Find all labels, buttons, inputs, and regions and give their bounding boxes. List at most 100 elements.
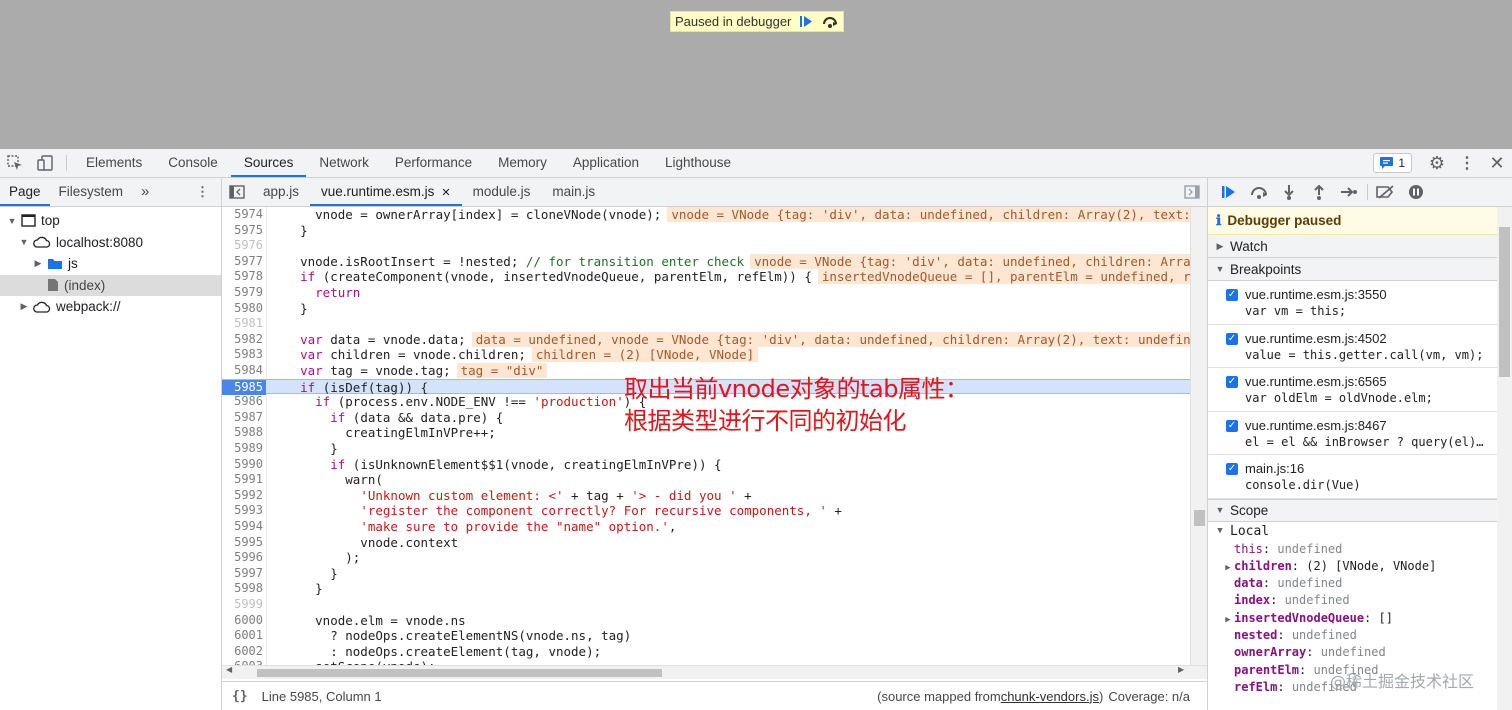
tab-page[interactable]: Page <box>0 178 50 206</box>
line-number[interactable]: 5996 <box>222 550 263 566</box>
tree-item-folder[interactable]: ▶ js <box>0 253 221 275</box>
breakpoint-item[interactable]: ✓ main.js:16 console.dir(Vue) <box>1208 455 1512 499</box>
code-editor[interactable]: 5974 vnode = ownerArray[index] = cloneVN… <box>222 207 1207 665</box>
tab-lighthouse[interactable]: Lighthouse <box>652 149 744 177</box>
settings-gear-icon[interactable]: ⚙ <box>1422 149 1452 177</box>
line-number[interactable]: 5976 <box>222 238 263 254</box>
code-line[interactable]: 5977 vnode.isRootInsert = !nested; // fo… <box>222 253 1207 270</box>
line-number[interactable]: 5999 <box>222 597 263 613</box>
line-number[interactable]: 5998 <box>222 581 263 597</box>
scope-variable[interactable]: this: undefined <box>1208 541 1512 558</box>
breakpoint-item[interactable]: ✓ vue.runtime.esm.js:4502 value = this.get… <box>1208 325 1512 368</box>
toggle-navigator-icon[interactable] <box>222 178 252 206</box>
code-line[interactable]: 5994 'make sure to provide the "name" op… <box>222 519 1190 535</box>
line-number[interactable]: 5989 <box>222 441 263 457</box>
file-tab-main-js[interactable]: main.js <box>541 178 606 206</box>
line-number[interactable]: 5990 <box>222 457 263 473</box>
tree-arrow-icon[interactable]: ▶ <box>32 258 44 269</box>
code-line[interactable]: 5978 if (createComponent(vnode, inserted… <box>222 269 1207 285</box>
tree-item-file[interactable]: (index) <box>0 274 221 296</box>
code-line[interactable]: 5997 } <box>222 566 1190 582</box>
line-number[interactable]: 5980 <box>222 301 263 317</box>
line-number[interactable]: 5988 <box>222 425 263 441</box>
line-number[interactable]: 5997 <box>222 566 263 582</box>
breakpoint-checkbox[interactable]: ✓ <box>1226 289 1238 301</box>
code-line[interactable]: 5975 } <box>222 223 1190 239</box>
tab-elements[interactable]: Elements <box>73 149 155 177</box>
scope-variable[interactable]: ownerArray: undefined <box>1208 644 1512 661</box>
resume-icon[interactable] <box>1214 178 1244 206</box>
tree-item-cloud[interactable]: ▶ webpack:// <box>0 296 221 318</box>
issues-counter[interactable]: 1 <box>1373 153 1412 173</box>
code-line[interactable]: 6000 vnode.elm = vnode.ns <box>222 613 1190 629</box>
line-number[interactable]: 5986 <box>222 394 263 410</box>
line-number[interactable]: 5993 <box>222 503 263 519</box>
code-line[interactable]: 5996 ); <box>222 550 1190 566</box>
tab-console[interactable]: Console <box>155 149 231 177</box>
step-over-icon[interactable] <box>821 14 839 29</box>
scroll-left-icon[interactable]: ◀ <box>226 665 232 674</box>
toggle-debugger-icon[interactable] <box>1177 178 1207 206</box>
line-number[interactable]: 5983 <box>222 347 263 363</box>
file-tab-vue-runtime-esm-js[interactable]: vue.runtime.esm.js ✕ <box>310 178 462 206</box>
code-line[interactable]: 5993 'register the component correctly? … <box>222 503 1190 519</box>
scope-variable[interactable]: nested: undefined <box>1208 627 1512 644</box>
more-tabs-icon[interactable]: » <box>132 178 158 206</box>
tab-sources[interactable]: Sources <box>230 149 307 177</box>
code-line[interactable]: 5979 return <box>222 285 1190 301</box>
line-number[interactable]: 5977 <box>222 254 263 270</box>
scope-variable[interactable]: ▶ insertedVnodeQueue: [] <box>1208 610 1512 627</box>
line-number[interactable]: 5995 <box>222 535 263 551</box>
code-line[interactable]: 6001 ? nodeOps.createElementNS(vnode.ns,… <box>222 628 1190 644</box>
line-number[interactable]: 5987 <box>222 410 263 426</box>
navigator-menu-icon[interactable]: ⋮ <box>196 184 209 200</box>
code-line[interactable]: 5995 vnode.context <box>222 535 1190 551</box>
line-number[interactable]: 5974 <box>222 207 263 223</box>
line-number[interactable]: 5981 <box>222 316 263 332</box>
line-number[interactable]: 5994 <box>222 519 263 535</box>
breakpoints-section-header[interactable]: ▼ Breakpoints <box>1208 258 1512 281</box>
code-line[interactable]: 5991 warn( <box>222 472 1190 488</box>
line-number[interactable]: 5975 <box>222 223 263 239</box>
device-toolbar-icon[interactable] <box>30 149 60 177</box>
file-tab-module-js[interactable]: module.js <box>462 178 542 206</box>
resume-icon[interactable] <box>797 14 815 29</box>
tab-performance[interactable]: Performance <box>382 149 485 177</box>
scope-variable[interactable]: data: undefined <box>1208 575 1512 592</box>
breakpoint-checkbox[interactable]: ✓ <box>1226 419 1238 432</box>
code-line[interactable]: 5974 vnode = ownerArray[index] = cloneVN… <box>222 207 1207 223</box>
scope-local-header[interactable]: ▼ Local <box>1208 522 1512 541</box>
horizontal-scroll-thumb[interactable] <box>257 669 662 677</box>
code-line[interactable]: 5990 if (isUnknownElement$$1(vnode, crea… <box>222 457 1190 473</box>
code-line[interactable]: 5981 <box>222 316 1190 332</box>
tree-arrow-icon[interactable]: ▼ <box>18 237 30 247</box>
file-tab-app-js[interactable]: app.js <box>252 178 310 206</box>
vertical-scroll-thumb[interactable] <box>1194 510 1205 526</box>
code-line[interactable]: 5983 var children = vnode.children; child… <box>222 347 1190 363</box>
code-line[interactable]: 5998 } <box>222 581 1190 597</box>
breakpoint-checkbox[interactable]: ✓ <box>1226 376 1238 388</box>
tab-filesystem[interactable]: Filesystem <box>50 178 133 206</box>
breakpoint-checkbox[interactable]: ✓ <box>1226 463 1238 475</box>
expand-arrow-icon[interactable]: ▶ <box>1222 612 1234 629</box>
scope-variable[interactable]: ▶ children: (2) [VNode, VNode] <box>1208 558 1512 575</box>
tab-application[interactable]: Application <box>560 149 652 177</box>
code-line[interactable]: 5999 <box>222 597 1190 613</box>
line-number[interactable]: 5985 <box>222 379 266 396</box>
tree-item-frame[interactable]: ▼ top <box>0 210 221 232</box>
step-out-icon[interactable] <box>1304 178 1334 206</box>
line-number[interactable]: 6000 <box>222 613 263 629</box>
close-devtools-icon[interactable]: ✕ <box>1482 149 1512 177</box>
code-line[interactable]: 5982 var data = vnode.data; data = undefi… <box>222 331 1207 348</box>
sidebar-scrollbar[interactable] <box>1497 207 1512 710</box>
line-number[interactable]: 5991 <box>222 472 263 488</box>
step-icon[interactable] <box>1334 178 1364 206</box>
tab-network[interactable]: Network <box>306 149 382 177</box>
tree-arrow-icon[interactable]: ▼ <box>6 216 18 226</box>
code-line[interactable]: 5980 } <box>222 301 1190 317</box>
step-into-icon[interactable] <box>1274 178 1304 206</box>
sidebar-scroll-thumb[interactable] <box>1499 227 1510 377</box>
breakpoint-item[interactable]: ✓ vue.runtime.esm.js:6565 var oldElm = old… <box>1208 368 1512 412</box>
inspect-element-icon[interactable] <box>0 149 30 177</box>
watch-section-header[interactable]: ▶ Watch <box>1208 235 1512 258</box>
